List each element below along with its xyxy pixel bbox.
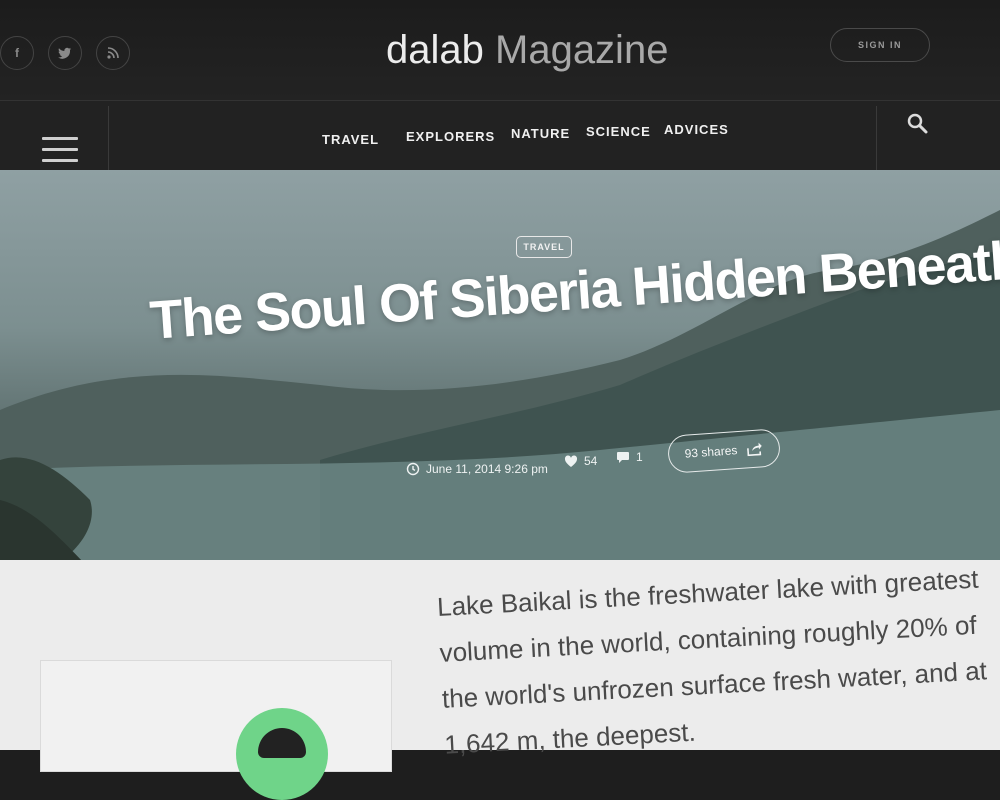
hamburger-menu-icon[interactable] bbox=[42, 137, 78, 163]
article-date: June 11, 2014 9:26 pm bbox=[406, 462, 548, 476]
nav-item-explorers[interactable]: EXPLORERS bbox=[406, 129, 495, 144]
site-logo[interactable]: dalab Magazine bbox=[386, 28, 668, 73]
search-icon[interactable] bbox=[906, 112, 932, 138]
nav-item-science[interactable]: SCIENCE bbox=[586, 124, 651, 139]
nav-item-advices[interactable]: ADVICES bbox=[664, 122, 729, 137]
author-card bbox=[40, 660, 392, 772]
sign-in-button[interactable]: SIGN IN bbox=[830, 28, 930, 62]
likes-count: 54 bbox=[584, 454, 598, 468]
nav-item-travel[interactable]: TRAVEL bbox=[322, 132, 379, 147]
brand-name: dalab bbox=[386, 28, 484, 72]
comments-counter[interactable]: 1 bbox=[616, 450, 643, 464]
brand-suffix: Magazine bbox=[495, 28, 669, 72]
twitter-icon[interactable] bbox=[48, 36, 82, 70]
share-icon bbox=[747, 442, 763, 457]
likes-counter[interactable]: 54 bbox=[564, 454, 597, 468]
heart-icon bbox=[564, 454, 578, 467]
article-body: Lake Baikal is the freshwater lake with … bbox=[436, 563, 988, 760]
nav-item-nature[interactable]: NATURE bbox=[511, 126, 570, 141]
comments-count: 1 bbox=[636, 450, 643, 464]
category-tag[interactable]: TRAVEL bbox=[516, 236, 572, 258]
shares-count: 93 shares bbox=[684, 443, 738, 461]
hero-image bbox=[0, 170, 1000, 620]
rss-icon[interactable] bbox=[96, 36, 130, 70]
date-text: June 11, 2014 9:26 pm bbox=[426, 462, 548, 476]
comment-icon bbox=[617, 451, 629, 463]
clock-icon bbox=[406, 462, 420, 476]
share-button[interactable]: 93 shares bbox=[666, 428, 782, 474]
facebook-icon[interactable]: f bbox=[0, 36, 34, 70]
